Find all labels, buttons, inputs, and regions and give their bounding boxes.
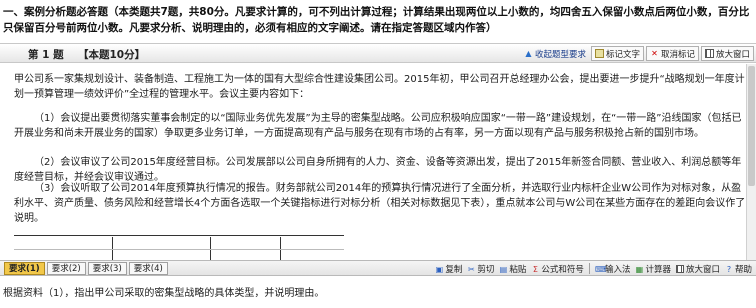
benchmark-table: [14, 235, 344, 260]
enlarge-icon: [704, 49, 714, 58]
question-scrollbar[interactable]: [746, 64, 756, 260]
tab-requirement-1[interactable]: 要求(1): [4, 262, 45, 275]
question-body: 甲公司系一家集规划设计、装备制造、工程施工为一体的国有大型综合性建设集团公司。2…: [0, 64, 746, 260]
enlarge-window-button[interactable]: 放大窗口: [700, 46, 754, 61]
copy-icon: ▣: [435, 264, 444, 274]
mark-text-label: 标记文字: [605, 49, 640, 60]
cut-label: 剪切: [477, 264, 495, 275]
question-header: 第 1 题 【本题10分】 ▲ 收起题型要求 标记文字 ✕ 取消标记 放大窗口: [0, 43, 756, 63]
copy-label: 复制: [445, 264, 463, 275]
enlarge-window-label: 放大窗口: [715, 49, 750, 60]
question-paragraph: （1）会议提出要贯彻落实董事会制定的以“国际业务优先发展”为主导的密集型战略。公…: [14, 113, 742, 139]
enlarge-icon: [675, 264, 684, 273]
paste-button[interactable]: ▤ 粘贴: [499, 262, 527, 275]
tab-requirement-2[interactable]: 要求(2): [46, 262, 86, 275]
requirement-prompt: 根据资料（1），指出甲公司采取的密集型战略的具体类型，并说明理由。: [3, 288, 325, 299]
collapse-icon: ▲: [525, 49, 532, 58]
paste-label: 粘贴: [509, 264, 527, 275]
collapse-requirements-label: 收起题型要求: [534, 49, 586, 60]
input-method-button[interactable]: ⌨ 输入法: [595, 262, 631, 275]
editor-tools: ▣ 复制 ✂ 剪切 ▤ 粘贴 Σ 公式和符号 ⌨ 输入法 ▦ 计算器 放大窗口 ? 帮助: [435, 262, 752, 275]
answer-toolbar: 要求(1) 要求(2) 要求(3) 要求(4) ▣ 复制 ✂ 剪切 ▤ 粘贴 Σ 公式和…: [0, 260, 756, 276]
mark-icon: [594, 49, 604, 58]
scrollbar-thumb[interactable]: [748, 66, 755, 186]
help-button[interactable]: ? 帮助: [725, 262, 752, 275]
formula-label: 公式和符号: [541, 264, 584, 275]
enlarge-answer-label: 放大窗口: [685, 264, 720, 275]
calculator-icon: ▦: [635, 264, 644, 274]
question-paragraph: （3）会议听取了公司2014年度预算执行情况的报告。财务部就公司2014年的预算…: [14, 183, 746, 224]
question-score: 【本题10分】: [78, 49, 146, 61]
unmark-label: 取消标记: [660, 49, 695, 60]
unmark-button[interactable]: ✕ 取消标记: [645, 46, 699, 61]
mark-text-button[interactable]: 标记文字: [590, 46, 644, 61]
calculator-label: 计算器: [645, 264, 671, 275]
paste-icon: ▤: [499, 264, 508, 274]
toolbar-separator: [588, 263, 590, 274]
enlarge-answer-button[interactable]: 放大窗口: [675, 262, 720, 275]
requirement-tabs: 要求(1) 要求(2) 要求(3) 要求(4): [4, 262, 168, 275]
help-label: 帮助: [734, 264, 752, 275]
question-paragraph: 甲公司系一家集规划设计、装备制造、工程施工为一体的国有大型综合性建设集团公司。2…: [14, 74, 745, 100]
question-number: 第 1 题: [28, 49, 64, 61]
keyboard-icon: ⌨: [594, 264, 607, 274]
copy-button[interactable]: ▣ 复制: [435, 262, 463, 275]
calculator-button[interactable]: ▦ 计算器: [635, 262, 671, 275]
input-method-label: 输入法: [604, 264, 631, 275]
scissors-icon: ✂: [468, 264, 475, 274]
cut-button[interactable]: ✂ 剪切: [467, 262, 494, 275]
question-toolbar: ▲ 收起题型要求 标记文字 ✕ 取消标记 放大窗口: [521, 46, 754, 61]
unmark-icon: ✕: [651, 49, 658, 58]
formula-icon: Σ: [532, 264, 538, 274]
section-instructions: 一、案例分析题必答题（本类题共7题，共80分。凡要求计算的，可不列出计算过程；计…: [3, 6, 750, 34]
collapse-requirements-button[interactable]: ▲ 收起题型要求: [521, 46, 589, 61]
help-icon: ?: [726, 264, 732, 274]
tab-requirement-3[interactable]: 要求(3): [87, 262, 127, 275]
formula-button[interactable]: Σ 公式和符号: [531, 262, 584, 275]
table-row-divider: [14, 249, 344, 250]
tab-requirement-4[interactable]: 要求(4): [128, 262, 168, 275]
